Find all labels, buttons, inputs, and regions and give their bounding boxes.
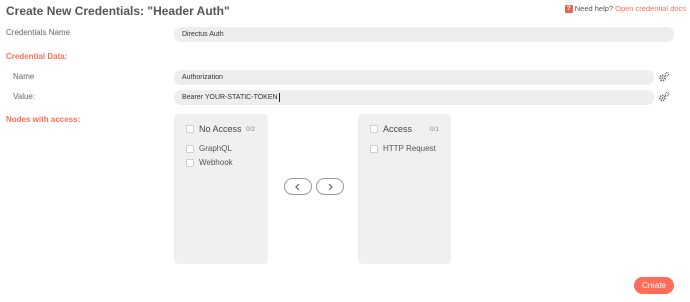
value-field-input[interactable]: Bearer YOUR-STATIC-TOKEN — [174, 90, 654, 105]
access-count: 0/1 — [430, 126, 440, 133]
list-item[interactable]: GraphQL — [186, 144, 232, 153]
item-checkbox[interactable] — [370, 144, 378, 153]
gears-icon[interactable] — [658, 91, 670, 103]
credentials-name-label: Credentials Name — [6, 28, 71, 37]
value-field-label: Value: — [13, 92, 36, 101]
chevron-left-icon — [295, 183, 300, 190]
nodes-access-section-label: Nodes with access: — [6, 115, 81, 124]
access-panel: Access 0/1 HTTP Request — [358, 114, 451, 264]
no-access-panel: No Access 0/2 GraphQL Webhook — [174, 114, 268, 264]
item-checkbox[interactable] — [186, 144, 194, 153]
create-button[interactable]: Create — [634, 277, 674, 294]
name-field-label: Name — [13, 72, 35, 81]
access-select-all-checkbox[interactable] — [370, 125, 378, 133]
value-field-text: Bearer YOUR-STATIC-TOKEN — [182, 94, 278, 101]
gears-icon[interactable] — [658, 71, 670, 83]
no-access-header: No Access — [186, 124, 242, 134]
no-access-title: No Access — [199, 124, 242, 134]
help-text: Need help? — [574, 4, 614, 13]
access-title: Access — [383, 124, 413, 134]
text-cursor — [278, 93, 280, 102]
dialog-title: Create New Credentials: "Header Auth" — [6, 4, 230, 18]
question-icon: ? — [564, 4, 573, 13]
item-label: Webhook — [199, 158, 233, 167]
item-label: GraphQL — [199, 144, 232, 153]
credentials-name-input[interactable]: Directus Auth — [174, 27, 674, 42]
item-label: HTTP Request — [383, 144, 436, 153]
open-credential-docs-link[interactable]: Open credential docs — [615, 4, 686, 13]
access-header: Access — [370, 124, 412, 134]
move-right-button[interactable] — [316, 178, 344, 195]
item-checkbox[interactable] — [186, 158, 194, 167]
move-left-button[interactable] — [284, 178, 312, 195]
chevron-right-icon — [328, 183, 333, 190]
credential-data-section-label: Credential Data: — [6, 52, 68, 61]
help-area: ? Need help? Open credential docs — [564, 4, 686, 13]
no-access-count: 0/2 — [246, 126, 256, 133]
list-item[interactable]: Webhook — [186, 158, 233, 167]
list-item[interactable]: HTTP Request — [370, 144, 436, 153]
no-access-select-all-checkbox[interactable] — [186, 125, 194, 133]
name-field-input[interactable]: Authorization — [174, 70, 654, 85]
